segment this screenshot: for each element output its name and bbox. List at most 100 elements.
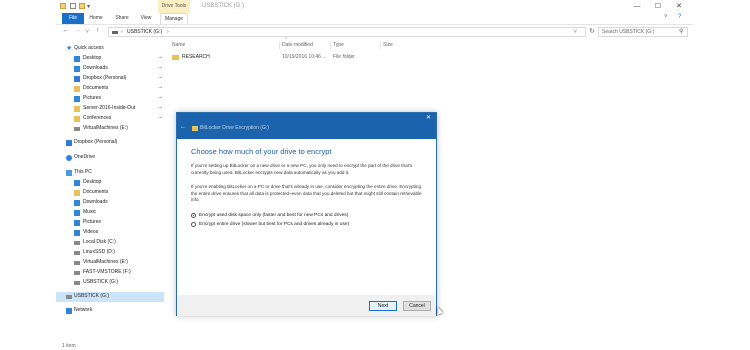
column-header-size[interactable]: Size	[383, 42, 393, 48]
back-arrow-icon[interactable]: ←	[62, 27, 69, 34]
video-frame-right	[693, 0, 750, 350]
sidebar-item-conferences[interactable]: Conferences ⊸	[56, 114, 164, 124]
radio-label[interactable]: Encrypt used disk space only (faster and…	[199, 213, 348, 218]
sidebar-item-pc-virtualmachines[interactable]: VirtualMachines (E:)	[56, 258, 164, 268]
tab-file[interactable]: File	[62, 13, 84, 24]
refresh-icon[interactable]: ↻	[589, 27, 595, 35]
sidebar-item-fast-vmstore[interactable]: FAST-VMSTORE (F:)	[56, 268, 164, 278]
sidebar-item-label: Music	[83, 209, 97, 215]
sidebar-item-videos[interactable]: Videos	[56, 228, 164, 238]
chevron-right-icon[interactable]: ›	[167, 29, 169, 35]
recent-locations-icon[interactable]: ˅	[86, 29, 89, 35]
dialog-header: ← BitLocker Drive Encryption (G:) ✕	[177, 113, 436, 139]
sidebar-item-server-2016[interactable]: Server-2016-Inside-Out ⊸	[56, 104, 164, 114]
breadcrumb[interactable]: USBSTICK (G:)	[127, 29, 162, 35]
sidebar-item-label: Desktop	[83, 55, 102, 61]
tab-view[interactable]: View	[136, 13, 156, 24]
minimize-button[interactable]: —	[627, 1, 647, 12]
desktop-icon	[74, 56, 80, 62]
sidebar-item-desktop[interactable]: Desktop ⊸	[56, 54, 164, 64]
drive-tools-label[interactable]: Drive Tools	[158, 0, 190, 13]
dropbox-icon	[66, 140, 72, 146]
tab-manage[interactable]: Manage	[160, 13, 188, 24]
pictures-icon	[74, 220, 80, 226]
up-arrow-icon[interactable]: ↑	[96, 27, 100, 34]
sidebar-item-local-disk[interactable]: Local Disk (C:)	[56, 238, 164, 248]
table-row[interactable]: RESEARCH 10/19/2016 10:46 ... File folde…	[169, 53, 429, 62]
column-header-type[interactable]: Type	[333, 42, 344, 48]
music-icon	[74, 210, 80, 216]
radio-button-selected[interactable]	[191, 213, 196, 218]
bitlocker-dialog: ← BitLocker Drive Encryption (G:) ✕ Choo…	[176, 112, 437, 316]
pin-icon: ⊸	[158, 115, 163, 121]
sidebar-item-label: FAST-VMSTORE (F:)	[83, 269, 131, 275]
documents-icon	[74, 86, 80, 92]
folder-icon[interactable]	[60, 3, 66, 9]
sidebar-item-music[interactable]: Music	[56, 208, 164, 218]
downloads-icon	[74, 200, 80, 206]
dropbox-icon	[74, 76, 80, 82]
cancel-button[interactable]: Cancel	[403, 301, 431, 311]
tab-home[interactable]: Home	[86, 13, 106, 24]
maximize-button[interactable]: ☐	[648, 1, 668, 12]
search-icon: ⚲	[679, 29, 684, 35]
dialog-title: BitLocker Drive Encryption (G:)	[200, 125, 269, 131]
next-button[interactable]: Next	[369, 301, 397, 311]
network-icon	[66, 308, 72, 314]
sidebar-item-quick-access[interactable]: ★ Quick access	[56, 44, 164, 54]
sidebar-item-documents[interactable]: Documents ⊸	[56, 84, 164, 94]
sidebar-item-onedrive[interactable]: OneDrive	[56, 153, 164, 163]
option-entire-drive[interactable]: Encrypt entire drive (slower but best fo…	[191, 221, 426, 229]
documents-icon	[74, 190, 80, 196]
column-header-name[interactable]: Name	[172, 42, 185, 48]
chevron-right-icon[interactable]: ›	[121, 29, 123, 35]
dialog-heading: Choose how much of your drive to encrypt	[191, 147, 332, 156]
sidebar-item-dropbox-root[interactable]: Dropbox (Personal)	[56, 138, 164, 148]
sidebar-item-dropbox[interactable]: Dropbox (Personal) ⊸	[56, 74, 164, 84]
new-folder-icon[interactable]	[79, 3, 85, 9]
sidebar-item-linuxssd[interactable]: LinuxSSD (D:)	[56, 248, 164, 258]
properties-icon[interactable]	[70, 3, 76, 9]
column-divider[interactable]	[330, 42, 331, 49]
column-header-date[interactable]: Date modified	[282, 42, 313, 48]
drive-icon	[74, 271, 80, 275]
option-used-space[interactable]: Encrypt used disk space only (faster and…	[191, 212, 426, 220]
sidebar-item-network[interactable]: Network	[56, 306, 164, 316]
drive-icon	[112, 31, 118, 34]
back-arrow-icon[interactable]: ←	[180, 124, 186, 130]
close-icon[interactable]: ✕	[426, 114, 431, 121]
sidebar-item-virtualmachines[interactable]: VirtualMachines (E:)	[56, 124, 164, 134]
folder-icon	[74, 116, 80, 122]
forward-arrow-icon[interactable]: →	[74, 27, 81, 34]
drive-icon	[74, 281, 80, 285]
radio-button[interactable]	[191, 222, 196, 227]
sidebar-item-usbstick-root[interactable]: USBSTICK (G:)	[56, 292, 164, 302]
sidebar-item-label: Pictures	[83, 219, 102, 225]
sidebar-item-pc-desktop[interactable]: Desktop	[56, 178, 164, 188]
downloads-icon	[74, 66, 80, 72]
customize-quick-access-icon[interactable]: ▾	[87, 3, 90, 10]
chevron-down-icon[interactable]: ˅	[574, 29, 577, 35]
close-button[interactable]: ✕	[669, 1, 689, 12]
sidebar-item-usbstick[interactable]: USBSTICK (G:)	[56, 278, 164, 288]
help-icon[interactable]: ?	[678, 14, 681, 20]
sidebar-item-pictures[interactable]: Pictures ⊸	[56, 94, 164, 104]
sidebar-item-pc-documents[interactable]: Documents	[56, 188, 164, 198]
sidebar-item-label: This PC	[74, 169, 92, 175]
sidebar-item-pc-downloads[interactable]: Downloads	[56, 198, 164, 208]
sidebar-item-pc-pictures[interactable]: Pictures	[56, 218, 164, 228]
expand-ribbon-icon[interactable]: ˅	[664, 14, 668, 20]
dialog-description-new: If you're setting up BitLocker on a new …	[191, 163, 413, 175]
sidebar-item-label: Server-2016-Inside-Out	[83, 105, 136, 111]
drive-icon	[74, 251, 80, 255]
pin-icon: ⊸	[158, 65, 163, 71]
sidebar-item-downloads[interactable]: Downloads ⊸	[56, 64, 164, 74]
sidebar-item-this-pc[interactable]: This PC	[56, 168, 164, 178]
address-bar[interactable]: › USBSTICK (G:) › ˅	[108, 27, 586, 37]
column-divider[interactable]	[380, 42, 381, 49]
title-bar: ▾ Drive Tools USBSTICK (G:) — ☐ ✕	[56, 0, 693, 13]
radio-label[interactable]: Encrypt entire drive (slower but best fo…	[199, 222, 349, 227]
column-divider[interactable]	[279, 42, 280, 49]
search-input[interactable]: Search USBSTICK (G:) ⚲	[598, 27, 688, 37]
tab-share[interactable]: Share	[112, 13, 132, 24]
